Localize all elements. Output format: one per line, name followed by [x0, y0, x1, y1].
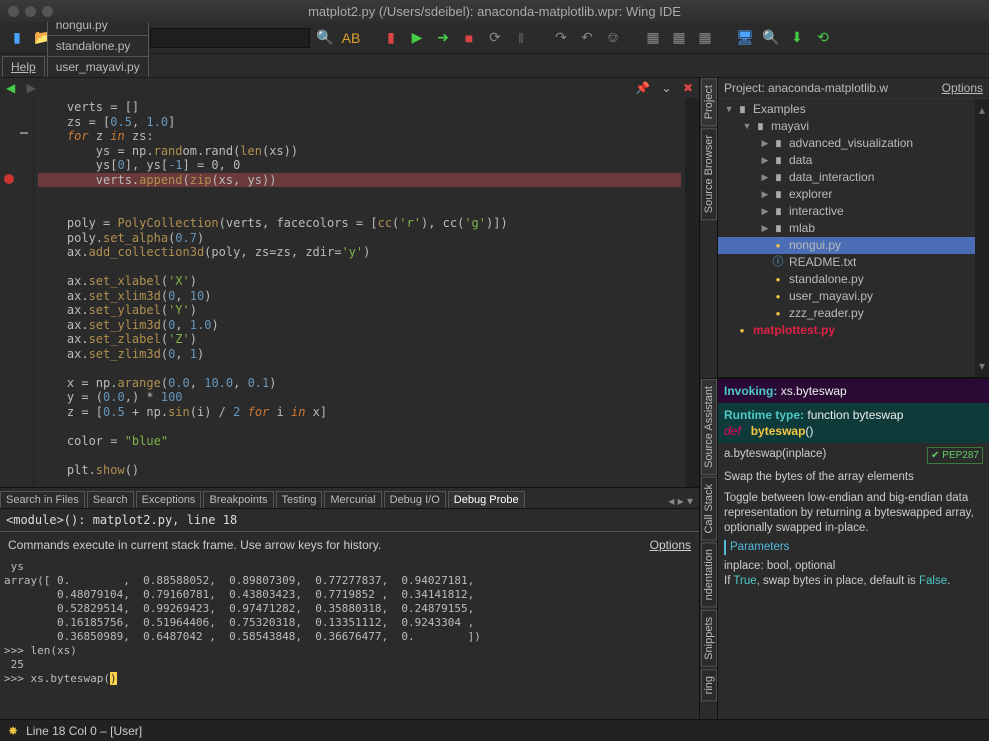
vtab-ring[interactable]: ring — [701, 669, 717, 701]
debug-file-icon[interactable]: ▮ — [380, 27, 402, 49]
assist-param-desc: If True, swap bytes in place, default is… — [724, 574, 983, 589]
bottom-tab[interactable]: Breakpoints — [203, 491, 273, 508]
panel3-icon[interactable]: ▦ — [694, 27, 716, 49]
project-header: Project: anaconda-matplotlib.w — [724, 81, 888, 95]
back-icon[interactable]: ◀ — [6, 81, 15, 95]
pep-badge: ✔ PEP287 — [927, 447, 983, 464]
file-tab-bar: Help matplot2.pynongui.pystandalone.pyus… — [0, 54, 989, 78]
vtab-project[interactable]: Project — [701, 78, 717, 126]
project-tree[interactable]: ▼Examples▼mayavi▶advanced_visualization▶… — [718, 99, 975, 377]
tree-item[interactable]: ▶mlab — [718, 220, 975, 237]
monitor-icon[interactable]: 🖥 — [734, 27, 756, 49]
file-tab[interactable]: standalone.py — [47, 35, 149, 56]
status-position: Line 18 Col 0 – [User] — [26, 724, 142, 738]
assist-invoking: Invoking: xs.byteswap — [718, 379, 989, 403]
panel1-icon[interactable]: ▦ — [642, 27, 664, 49]
debug-output[interactable]: ys array([ 0. , 0.88588052, 0.89807309, … — [0, 558, 699, 719]
restart-icon[interactable]: ⟳ — [484, 27, 506, 49]
bug-icon[interactable]: ✸ — [8, 724, 18, 738]
bottom-tab-arrows[interactable]: ◂ ▸ ▾ — [662, 494, 699, 508]
close-tab-icon[interactable]: ✖ — [683, 81, 693, 95]
bottom-tab[interactable]: Exceptions — [136, 491, 202, 508]
fold-marker[interactable] — [20, 132, 28, 134]
breakpoint-marker[interactable] — [4, 174, 14, 184]
tree-item[interactable]: ▶advanced_visualization — [718, 135, 975, 152]
tree-item[interactable]: ▶interactive — [718, 203, 975, 220]
bottom-tab[interactable]: Search in Files — [0, 491, 85, 508]
tree-item[interactable]: ▶data_interaction — [718, 169, 975, 186]
stop-icon[interactable]: ■ — [458, 27, 480, 49]
bottom-tab[interactable]: Debug I/O — [384, 491, 446, 508]
window-titlebar: matplot2.py (/Users/sdeibel): anaconda-m… — [0, 0, 989, 22]
right-top-vtabs: Project Source Browser — [700, 78, 718, 378]
bottom-tab[interactable]: Debug Probe — [448, 491, 525, 508]
new-file-icon[interactable]: ▮ — [6, 27, 28, 49]
debug-probe-panel: <module>(): matplot2.py, line 18 Command… — [0, 509, 699, 719]
vtab-indentation[interactable]: ndentation — [701, 542, 717, 607]
bottom-tab[interactable]: Mercurial — [324, 491, 381, 508]
right-bottom-vtabs: Source Assistant Call Stack ndentation S… — [700, 379, 718, 719]
chevron-down-icon[interactable]: ⌄ — [662, 81, 672, 95]
tree-item[interactable]: standalone.py — [718, 271, 975, 288]
vtab-call-stack[interactable]: Call Stack — [701, 477, 717, 541]
tree-item[interactable]: user_mayavi.py — [718, 288, 975, 305]
panel2-icon[interactable]: ▦ — [668, 27, 690, 49]
tree-item[interactable]: ▼mayavi — [718, 118, 975, 135]
magnify-icon[interactable]: 🔍 — [760, 27, 782, 49]
tree-item[interactable]: ▶data — [718, 152, 975, 169]
editor-header: ◀ ▶ 📌 ⌄ ✖ — [0, 78, 699, 98]
vtab-source-assistant[interactable]: Source Assistant — [701, 379, 717, 475]
pause-icon[interactable]: ‖ — [510, 27, 532, 49]
editor-gutter[interactable] — [0, 98, 34, 487]
vtab-snippets[interactable]: Snippets — [701, 610, 717, 667]
assist-description: Toggle between low-endian and big-endian… — [724, 491, 983, 536]
forward-icon[interactable]: ▶ — [27, 81, 36, 95]
tree-item[interactable]: nongui.py — [718, 237, 975, 254]
project-scrollbar[interactable]: ▴▾ — [975, 99, 989, 377]
window-title: matplot2.py (/Users/sdeibel): anaconda-m… — [0, 4, 989, 19]
debug-options[interactable]: Options — [650, 538, 691, 552]
replace-icon[interactable]: AB — [340, 27, 362, 49]
tree-item[interactable]: ▶explorer — [718, 186, 975, 203]
search-icon[interactable]: 🔍 — [314, 27, 336, 49]
download-icon[interactable]: ⬇ — [786, 27, 808, 49]
break-icon[interactable]: ⎊ — [602, 27, 624, 49]
refresh-icon[interactable]: ⟲ — [812, 27, 834, 49]
assist-runtime: Runtime type: function byteswap def byte… — [718, 403, 989, 443]
editor-scrollbar[interactable] — [685, 98, 699, 487]
source-assistant-panel: Invoking: xs.byteswap Runtime type: func… — [718, 379, 989, 719]
tree-item[interactable]: matplottest.py — [718, 322, 975, 339]
status-bar: ✸ Line 18 Col 0 – [User] — [0, 719, 989, 741]
file-tab[interactable]: user_mayavi.py — [47, 56, 149, 77]
assist-param-name: inplace: bool, optional — [724, 559, 983, 574]
assist-signature: a.byteswap(inplace) — [724, 448, 826, 460]
assist-summary: Swap the bytes of the array elements — [724, 470, 983, 485]
search-input[interactable] — [150, 28, 310, 48]
debug-module-line[interactable]: <module>(): matplot2.py, line 18 — [0, 509, 699, 532]
debug-hint: Commands execute in current stack frame.… — [8, 538, 381, 552]
pin-icon[interactable]: 📌 — [635, 81, 650, 95]
code-area[interactable]: verts = [] zs = [0.5, 1.0] for z in zs: … — [34, 98, 685, 487]
step-over-icon[interactable]: ↷ — [550, 27, 572, 49]
tree-item[interactable]: zzz_reader.py — [718, 305, 975, 322]
project-options[interactable]: Options — [942, 81, 983, 95]
vtab-source-browser[interactable]: Source Browser — [701, 128, 717, 220]
tree-item[interactable]: README.txt — [718, 254, 975, 271]
bottom-tab[interactable]: Testing — [276, 491, 323, 508]
step-out-icon[interactable]: ↶ — [576, 27, 598, 49]
step-into-icon[interactable]: ➜ — [432, 27, 454, 49]
help-menu[interactable]: Help — [2, 56, 45, 77]
tree-item[interactable]: ▼Examples — [718, 101, 975, 118]
assist-parameters-header: Parameters — [724, 540, 983, 555]
code-editor[interactable]: verts = [] zs = [0.5, 1.0] for z in zs: … — [0, 98, 699, 487]
bottom-tab[interactable]: Search — [87, 491, 134, 508]
play-icon[interactable]: ▶ — [406, 27, 428, 49]
bottom-tab-bar: Search in FilesSearchExceptionsBreakpoin… — [0, 487, 699, 509]
